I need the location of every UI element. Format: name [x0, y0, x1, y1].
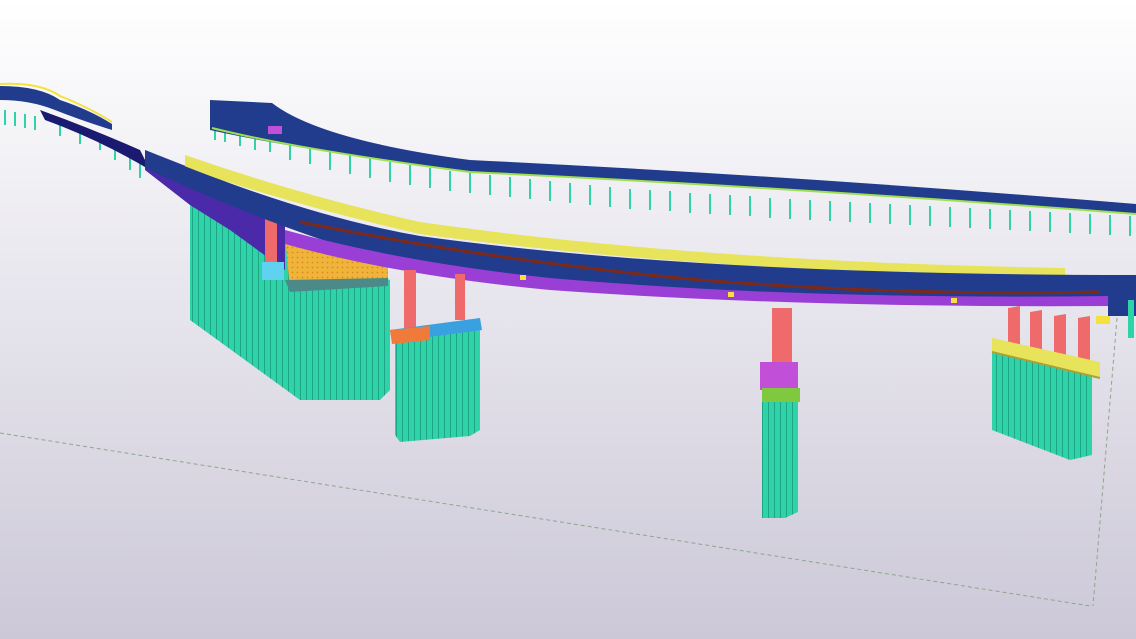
abutment-base: [262, 262, 284, 280]
pier-2-cap-magenta: [760, 362, 798, 390]
pier-1-column-right: [455, 274, 465, 320]
pier-2-column: [772, 308, 792, 368]
bearing-3: [951, 298, 957, 303]
right-end-pile: [1128, 300, 1134, 338]
pier-1-column-left: [404, 270, 416, 330]
bearing-1: [520, 275, 526, 280]
viewport-background: [0, 0, 1136, 639]
far-deck-bearing: [268, 126, 282, 134]
pier-1-piles: [395, 330, 480, 442]
bridge-model-3d-view[interactable]: [0, 0, 1136, 639]
pier-2-cap: [762, 388, 800, 402]
model-viewport[interactable]: [0, 0, 1136, 639]
pier-2-piles: [762, 398, 798, 518]
right-end-bearing: [1096, 316, 1110, 324]
bearing-2: [728, 292, 734, 297]
